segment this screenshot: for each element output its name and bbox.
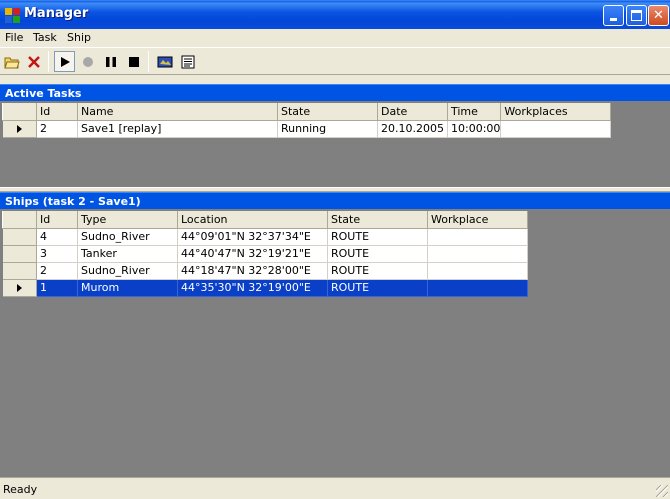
delete-icon xyxy=(27,55,40,68)
title-bar[interactable]: Manager ✕ xyxy=(0,0,670,29)
table-row[interactable]: 3 Tanker 44°40'47"N 32°19'21"E ROUTE xyxy=(2,245,528,263)
delete-button[interactable] xyxy=(23,51,44,72)
cell-type[interactable]: Sudno_River xyxy=(77,262,178,280)
cell-location[interactable]: 44°09'01"N 32°37'34"E xyxy=(177,228,328,246)
row-header[interactable] xyxy=(2,262,37,280)
cell-state[interactable]: ROUTE xyxy=(327,279,428,297)
col-header-location[interactable]: Location xyxy=(177,211,328,229)
cell-date[interactable]: 20.10.2005 xyxy=(377,120,448,138)
active-tasks-panel: Active Tasks Id Name State Date Time Wor… xyxy=(0,84,670,187)
col-header-name[interactable]: Name xyxy=(77,103,278,121)
col-header-time[interactable]: Time xyxy=(446,103,502,121)
close-button[interactable]: ✕ xyxy=(648,5,669,26)
cell-location[interactable]: 44°35'30"N 32°19'00"E xyxy=(177,279,328,297)
record-button[interactable] xyxy=(77,51,98,72)
cell-type[interactable]: Tanker xyxy=(77,245,178,263)
ships-header: Ships (task 2 - Save1) xyxy=(0,192,670,209)
list-button[interactable] xyxy=(177,51,198,72)
col-header-workplaces[interactable]: Workplaces xyxy=(500,103,612,121)
minimize-icon xyxy=(604,6,623,25)
window-title: Manager xyxy=(24,6,89,21)
menu-task[interactable]: Task xyxy=(33,31,57,44)
cell-location[interactable]: 44°18'47"N 32°28'00"E xyxy=(177,262,328,280)
cell-state[interactable]: ROUTE xyxy=(327,262,428,280)
cell-id[interactable]: 4 xyxy=(36,228,78,246)
menu-file[interactable]: File xyxy=(5,31,23,44)
col-header-state[interactable]: State xyxy=(277,103,378,121)
pause-icon xyxy=(105,56,116,67)
minimize-button[interactable] xyxy=(603,5,624,26)
cell-state[interactable]: Running xyxy=(277,120,378,138)
active-tasks-grid[interactable]: Id Name State Date Time Workplaces 2 Sav… xyxy=(2,103,612,138)
cell-workplaces[interactable] xyxy=(500,120,612,138)
cell-state[interactable]: ROUTE xyxy=(327,228,428,246)
maximize-button[interactable] xyxy=(626,5,647,26)
open-folder-icon xyxy=(3,57,20,68)
cell-state[interactable]: ROUTE xyxy=(327,245,428,263)
map-button[interactable] xyxy=(154,51,175,72)
ships-panel: Ships (task 2 - Save1) Id Type Location … xyxy=(0,192,670,477)
ships-grid[interactable]: Id Type Location State Workplace 4 Sudno… xyxy=(2,211,528,297)
cell-workplace[interactable] xyxy=(427,262,528,280)
col-header-id[interactable]: Id xyxy=(36,211,78,229)
app-icon xyxy=(5,8,20,23)
col-header-date[interactable]: Date xyxy=(377,103,448,121)
row-header[interactable] xyxy=(2,279,37,297)
table-row[interactable]: 4 Sudno_River 44°09'01"N 32°37'34"E ROUT… xyxy=(2,228,528,246)
cell-type[interactable]: Murom xyxy=(77,279,178,297)
cell-id[interactable]: 3 xyxy=(36,245,78,263)
row-header[interactable] xyxy=(2,245,37,263)
current-row-arrow-icon xyxy=(16,125,22,133)
list-icon xyxy=(181,55,194,68)
play-icon xyxy=(60,56,70,67)
cell-type[interactable]: Sudno_River xyxy=(77,228,178,246)
cell-time[interactable]: 10:00:00 xyxy=(447,120,502,138)
table-row[interactable]: 2 Sudno_River 44°18'47"N 32°28'00"E ROUT… xyxy=(2,262,528,280)
stop-button[interactable] xyxy=(123,51,144,72)
cell-workplace[interactable] xyxy=(427,245,528,263)
grid-header-row: Id Type Location State Workplace xyxy=(2,211,528,229)
corner-header xyxy=(2,103,37,121)
close-icon: ✕ xyxy=(653,8,664,23)
cell-workplace[interactable] xyxy=(427,279,528,297)
stop-icon xyxy=(128,56,139,67)
cell-workplace[interactable] xyxy=(427,228,528,246)
menu-bar: File Task Ship xyxy=(0,29,670,47)
current-row-arrow-icon xyxy=(16,284,22,292)
open-button[interactable] xyxy=(1,51,22,72)
map-icon xyxy=(157,56,172,67)
play-button[interactable] xyxy=(54,51,75,72)
corner-header xyxy=(2,211,37,229)
cell-name[interactable]: Save1 [replay] xyxy=(77,120,278,138)
cell-id[interactable]: 2 xyxy=(36,262,78,280)
toolbar xyxy=(0,47,670,75)
menu-ship[interactable]: Ship xyxy=(67,31,91,44)
row-header[interactable] xyxy=(2,228,37,246)
col-header-type[interactable]: Type xyxy=(77,211,178,229)
cell-id[interactable]: 1 xyxy=(36,279,78,297)
table-row-selected[interactable]: 1 Murom 44°35'30"N 32°19'00"E ROUTE xyxy=(2,279,528,297)
maximize-icon xyxy=(627,6,646,25)
col-header-workplace[interactable]: Workplace xyxy=(427,211,528,229)
resize-grip-icon[interactable] xyxy=(656,485,668,497)
record-icon xyxy=(82,56,93,67)
table-row[interactable]: 2 Save1 [replay] Running 20.10.2005 10:0… xyxy=(2,120,612,138)
status-text: Ready xyxy=(3,483,38,496)
col-header-id[interactable]: Id xyxy=(36,103,78,121)
active-tasks-header: Active Tasks xyxy=(0,84,670,101)
cell-id[interactable]: 2 xyxy=(36,120,78,138)
col-header-state[interactable]: State xyxy=(327,211,428,229)
grid-header-row: Id Name State Date Time Workplaces xyxy=(2,103,612,121)
status-bar: Ready xyxy=(0,477,670,499)
cell-location[interactable]: 44°40'47"N 32°19'21"E xyxy=(177,245,328,263)
row-header[interactable] xyxy=(2,120,37,138)
pause-button[interactable] xyxy=(100,51,121,72)
